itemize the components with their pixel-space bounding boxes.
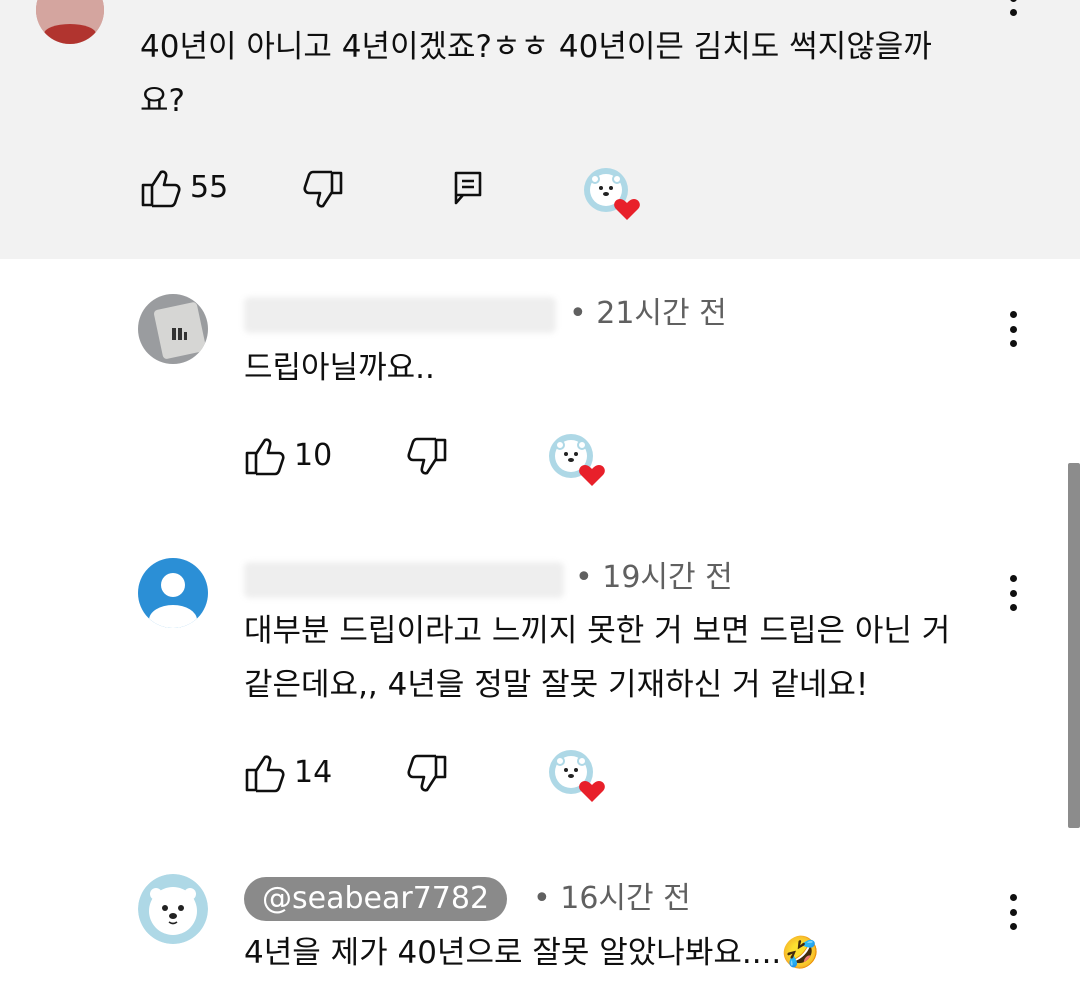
dislike-button[interactable]	[406, 437, 448, 477]
comment-text-line: 40년이 아니고 4년이겠죠?ㅎㅎ 40년이믄 김치도 썩지않을까	[140, 29, 932, 65]
more-options-icon[interactable]	[1003, 307, 1023, 351]
creator-heart-icon	[584, 168, 640, 220]
like-count: 55	[190, 170, 229, 205]
thumbs-down-icon	[407, 437, 447, 475]
comment-time: • 16시간 전	[533, 881, 691, 916]
comment-time: • 19시간 전	[575, 560, 733, 595]
more-options-icon[interactable]	[1003, 890, 1023, 934]
like-button[interactable]: 10	[244, 436, 332, 476]
creator-heart	[547, 432, 607, 488]
comment-text-line: 4년을 제가 40년으로 잘못 알았나봐요....🤣	[244, 935, 820, 971]
more-options-icon[interactable]	[1003, 571, 1023, 615]
comment-text-line: 같은데요,, 4년을 정말 잘못 기재하신 거 같네요!	[244, 667, 869, 703]
redacted-username[interactable]	[244, 297, 556, 333]
thumbs-up-icon	[141, 170, 181, 208]
creator-handle[interactable]: @seabear7782	[244, 877, 508, 921]
reply-button[interactable]	[452, 170, 484, 206]
default-avatar[interactable]	[138, 558, 208, 628]
comment-text-line: 드립아닐까요..	[244, 350, 435, 386]
comment-text-line: 요?	[140, 83, 185, 119]
creator-heart-icon	[549, 434, 605, 486]
comment-time: • 21시간 전	[569, 296, 727, 331]
dislike-button[interactable]	[406, 754, 448, 794]
reply-icon	[454, 171, 482, 205]
thumbs-down-icon	[303, 170, 343, 208]
like-button[interactable]: 55	[140, 168, 228, 208]
more-options-icon[interactable]	[1003, 0, 1023, 20]
creator-heart-icon	[549, 750, 605, 802]
thumbs-up-icon	[245, 755, 285, 793]
dislike-button[interactable]	[302, 170, 344, 210]
comment-text-line: 대부분 드립이라고 느끼지 못한 거 보면 드립은 아닌 거	[244, 613, 951, 649]
like-button[interactable]: 14	[244, 753, 332, 793]
commenter-avatar[interactable]	[36, 0, 104, 44]
redacted-username[interactable]	[244, 562, 564, 598]
creator-avatar[interactable]	[138, 874, 208, 944]
highlighted-comment: 40년이 아니고 4년이겠죠?ㅎㅎ 40년이믄 김치도 썩지않을까 요? 55	[0, 0, 1080, 259]
thumbs-up-icon	[245, 438, 285, 476]
like-count: 10	[294, 438, 333, 473]
commenter-avatar[interactable]	[138, 294, 208, 364]
creator-heart	[582, 166, 642, 222]
thumbs-down-icon	[407, 754, 447, 792]
like-count: 14	[294, 755, 333, 790]
scrollbar[interactable]	[1068, 463, 1080, 828]
creator-heart	[547, 748, 607, 804]
